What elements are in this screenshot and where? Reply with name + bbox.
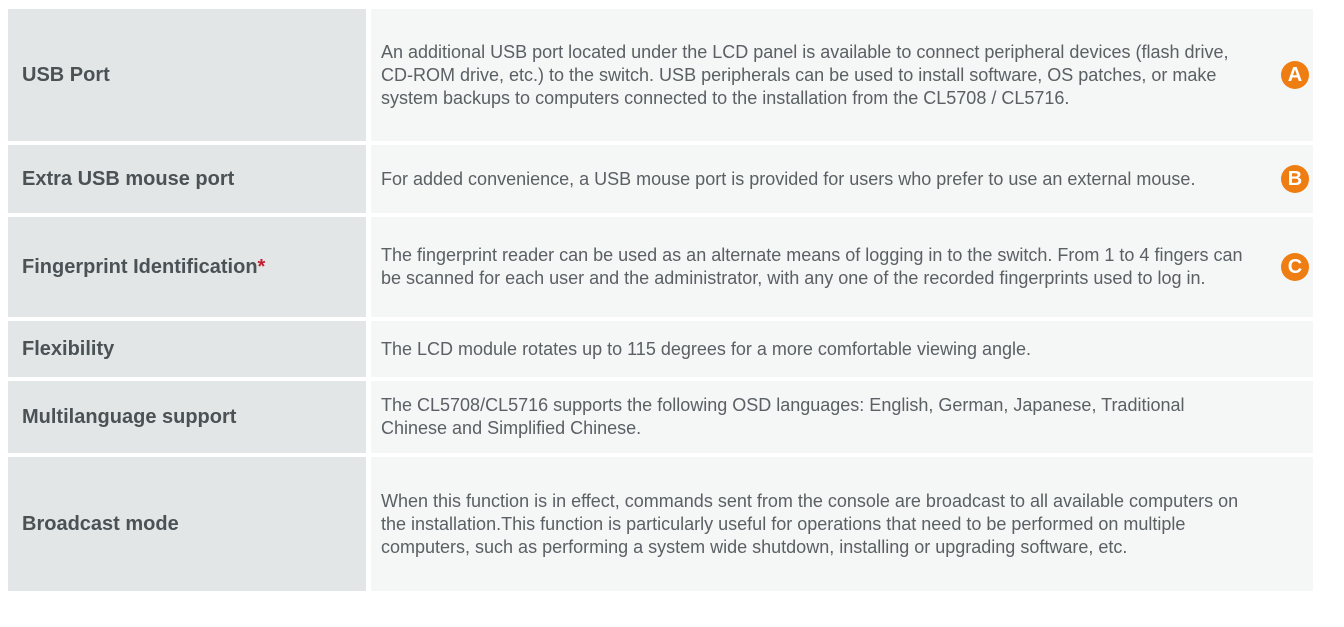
feature-description: The fingerprint reader can be used as an… [371, 217, 1313, 317]
feature-label: USB Port [8, 9, 366, 141]
feature-label-text: Multilanguage support [22, 405, 237, 428]
feature-row-fingerprint-identification: Fingerprint Identification * The fingerpr… [8, 217, 1313, 321]
feature-label-text: Flexibility [22, 337, 115, 360]
feature-row-usb-port: USB Port An additional USB port located … [8, 9, 1313, 145]
feature-description: The LCD module rotates up to 115 degrees… [371, 321, 1313, 377]
feature-row-flexibility: Flexibility The LCD module rotates up to… [8, 321, 1313, 381]
feature-label-text: Broadcast mode [22, 512, 179, 535]
feature-description: An additional USB port located under the… [371, 9, 1313, 141]
feature-row-broadcast-mode: Broadcast mode When this function is in … [8, 457, 1313, 595]
feature-label: Fingerprint Identification * [8, 217, 366, 317]
feature-label-text: USB Port [22, 63, 110, 86]
feature-description: For added convenience, a USB mouse port … [371, 145, 1313, 213]
feature-label: Broadcast mode [8, 457, 366, 591]
feature-row-multilanguage-support: Multilanguage support The CL5708/CL5716 … [8, 381, 1313, 457]
feature-label-text: Fingerprint Identification [22, 255, 258, 278]
feature-label: Multilanguage support [8, 381, 366, 453]
feature-table: USB Port An additional USB port located … [8, 9, 1313, 595]
feature-label-text: Extra USB mouse port [22, 167, 235, 190]
feature-description: The CL5708/CL5716 supports the following… [371, 381, 1313, 453]
feature-label: Flexibility [8, 321, 366, 377]
callout-badge-b: B [1281, 165, 1309, 193]
feature-description: When this function is in effect, command… [371, 457, 1313, 591]
feature-label: Extra USB mouse port [8, 145, 366, 213]
callout-badge-c: C [1281, 253, 1309, 281]
footnote-asterisk: * [257, 255, 266, 278]
feature-row-extra-usb-mouse-port: Extra USB mouse port For added convenien… [8, 145, 1313, 217]
callout-badge-a: A [1281, 61, 1309, 89]
